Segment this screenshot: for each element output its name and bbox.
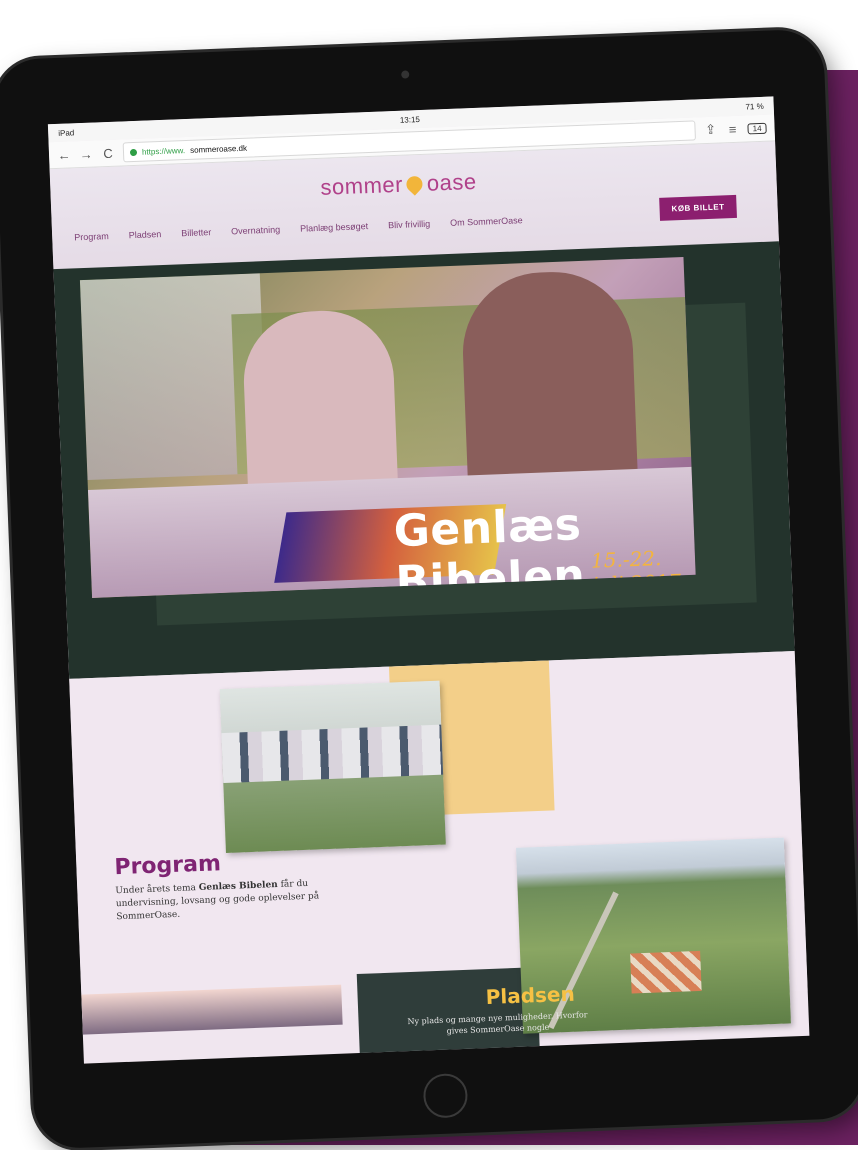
main-nav: Program Pladsen Billetter Overnatning Pl… — [74, 215, 523, 242]
buy-ticket-button[interactable]: KØB BILLET — [659, 194, 737, 221]
nav-item-pladsen[interactable]: Pladsen — [129, 229, 162, 240]
menu-icon[interactable]: ≡ — [725, 121, 740, 137]
back-arrow-icon[interactable]: ← — [57, 147, 72, 163]
logo-text-right: oase — [426, 168, 478, 196]
camp-photo[interactable] — [219, 680, 446, 853]
logo-text-left: sommer — [320, 171, 404, 200]
clock: 13:15 — [399, 114, 421, 125]
url-protocol: https://www. — [141, 145, 186, 157]
battery-indicator: 71 % — [745, 101, 764, 111]
aerial-buildings — [630, 950, 702, 994]
program-description: Under årets tema Genlæs Bibelen får du u… — [115, 877, 326, 924]
tablet-device: iPad 13:15 71 % ← → C https://www. sommer… — [0, 28, 858, 1150]
hero-photo: Genlæs Bibelen 15.-22. juli 2017 — [79, 256, 696, 598]
program-text-bold: Genlæs Bibelen — [198, 880, 278, 894]
program-heading[interactable]: Program — [114, 851, 221, 880]
url-host: sommeroase.dk — [189, 143, 248, 155]
location-pin-icon — [403, 172, 427, 196]
nav-item-program[interactable]: Program — [74, 231, 109, 242]
camera-icon — [401, 70, 410, 79]
hero-section: Genlæs Bibelen 15.-22. juli 2017 — [53, 241, 795, 679]
site-logo[interactable]: sommer oase — [320, 169, 477, 201]
tablet-screen: iPad 13:15 71 % ← → C https://www. sommer… — [47, 96, 810, 1064]
program-text-before: Under årets tema — [115, 883, 199, 897]
nav-item-om[interactable]: Om SommerOase — [450, 215, 523, 228]
nav-item-overnatning[interactable]: Overnatning — [231, 224, 280, 236]
nav-item-billetter[interactable]: Billetter — [181, 227, 211, 238]
secure-lock-icon — [129, 148, 138, 156]
nav-item-frivillig[interactable]: Bliv frivillig — [388, 219, 430, 231]
pladsen-heading[interactable]: Pladsen — [485, 982, 575, 1009]
content-section: Program Under årets tema Genlæs Bibelen … — [69, 651, 808, 1064]
carrier-label: iPad — [58, 127, 75, 138]
photo-person-right — [459, 269, 639, 496]
home-button[interactable] — [422, 1072, 469, 1119]
nav-item-planlaeg[interactable]: Planlæg besøget — [300, 221, 368, 234]
tab-count-button[interactable]: 14 — [747, 122, 767, 134]
share-icon[interactable]: ⇪ — [703, 122, 718, 139]
camp-tents — [221, 724, 444, 784]
bottom-photo-strip — [81, 984, 343, 1035]
reload-icon[interactable]: C — [101, 145, 116, 161]
forward-arrow-icon[interactable]: → — [79, 146, 94, 162]
